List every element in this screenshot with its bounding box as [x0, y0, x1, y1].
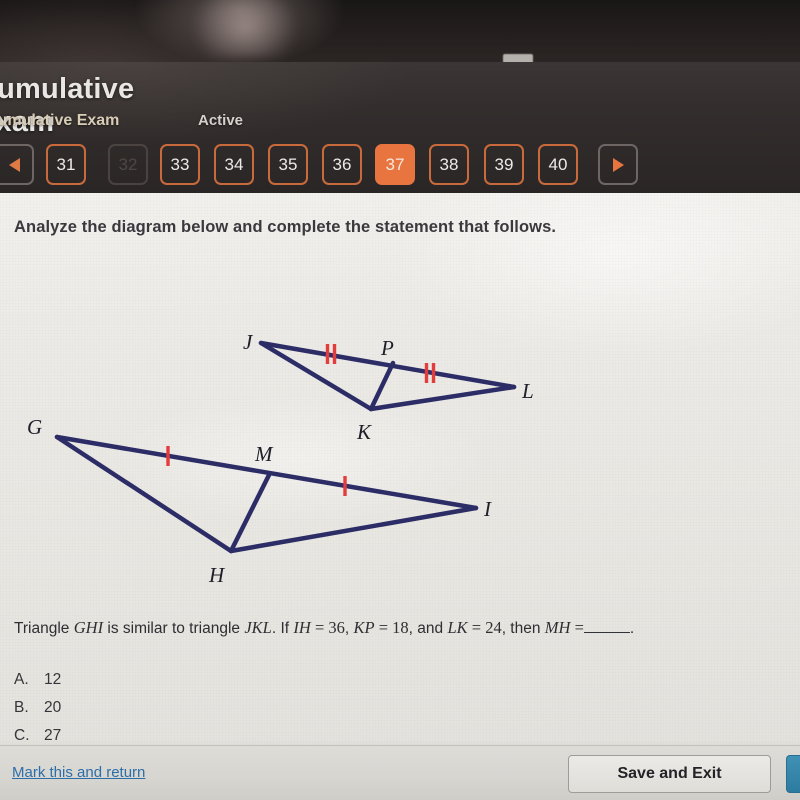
pagination-prev-button[interactable]	[0, 144, 34, 185]
pagination-page-39[interactable]: 39	[484, 144, 524, 185]
given-ih-value: 36	[328, 618, 345, 637]
given-kp-eq: =	[374, 618, 393, 637]
next-button[interactable]	[786, 755, 800, 793]
stmt-end: .	[629, 620, 635, 637]
given-ih-name: IH	[293, 618, 311, 637]
save-and-exit-button[interactable]: Save and Exit	[568, 755, 771, 793]
answer-choice-B[interactable]: B. 20	[14, 699, 61, 717]
vertex-label-J: J	[243, 330, 253, 354]
triangle-right-icon	[612, 157, 624, 172]
pagination-next-button[interactable]	[598, 144, 638, 185]
pagination-page-40[interactable]: 40	[538, 144, 578, 185]
question-body: Analyze the diagram below and complete t…	[0, 193, 800, 752]
answer-choice-A[interactable]: A. 12	[14, 671, 61, 689]
vertex-label-H: H	[209, 563, 225, 587]
pagination-page-33[interactable]: 33	[160, 144, 200, 185]
vertex-label-L: L	[522, 379, 534, 403]
choice-letter: A.	[14, 671, 29, 688]
question-prompt: Analyze the diagram below and complete t…	[14, 218, 557, 236]
stmt-part3: . If	[271, 620, 294, 637]
geometry-diagram: J K L P G H I M	[0, 293, 620, 593]
vertex-label-G: G	[27, 415, 43, 439]
pagination-page-37[interactable]: 37	[375, 144, 415, 185]
pagination-page-32[interactable]: 32	[108, 144, 148, 185]
exam-header: Cumulative Exam Cumulative Exam Active 3…	[0, 62, 800, 193]
similarity-statement: Triangle GHI is similar to triangle JKL.…	[14, 618, 634, 638]
screen-glare	[190, 0, 300, 58]
given-lk-eq: =	[467, 618, 486, 637]
stmt-part4: , then	[501, 620, 545, 637]
segment-GH	[54, 434, 234, 554]
pagination-page-35[interactable]: 35	[268, 144, 308, 185]
status-badge: Active	[198, 112, 244, 129]
segment-HI	[228, 505, 479, 554]
stmt-sep1: ,	[344, 620, 354, 637]
unknown-mh-eq: =	[570, 618, 584, 637]
point-label-P: P	[381, 336, 394, 360]
choice-value: 12	[44, 671, 62, 688]
segment-KP	[368, 360, 396, 412]
given-kp-name: KP	[353, 618, 375, 637]
exam-screenshot: Cumulative Exam Cumulative Exam Active 3…	[0, 0, 800, 800]
triangle-jkl-label: JKL	[244, 618, 272, 637]
pagination-page-36[interactable]: 36	[322, 144, 362, 185]
given-lk-value: 24	[485, 618, 502, 637]
given-lk-name: LK	[447, 618, 468, 637]
breadcrumb[interactable]: Cumulative Exam	[0, 112, 119, 130]
segment-KL	[368, 384, 517, 412]
stmt-part1: Triangle	[14, 620, 74, 637]
unknown-mh-name: MH	[544, 618, 571, 637]
vertex-label-K: K	[357, 420, 372, 444]
photo-top-strip	[0, 0, 800, 64]
given-ih-eq: =	[310, 618, 329, 637]
pagination-page-34[interactable]: 34	[214, 144, 254, 185]
mark-and-return-link[interactable]: Mark this and return	[12, 764, 145, 781]
pagination-page-38[interactable]: 38	[429, 144, 469, 185]
triangle-ghi-label: GHI	[73, 618, 104, 637]
point-label-M: M	[255, 442, 273, 466]
stmt-part2: is similar to triangle	[103, 620, 245, 637]
segment-HM	[228, 472, 272, 554]
choice-letter: B.	[14, 699, 29, 716]
answer-blank	[583, 619, 630, 633]
given-kp-value: 18	[392, 618, 409, 637]
bottom-toolbar: Mark this and return Save and Exit	[0, 745, 800, 800]
diagram-svg	[54, 340, 517, 554]
pagination-page-31[interactable]: 31	[46, 144, 86, 185]
choice-value: 20	[44, 699, 62, 716]
stmt-sep2: , and	[408, 620, 448, 637]
vertex-label-I: I	[484, 497, 491, 521]
triangle-left-icon	[8, 157, 20, 172]
